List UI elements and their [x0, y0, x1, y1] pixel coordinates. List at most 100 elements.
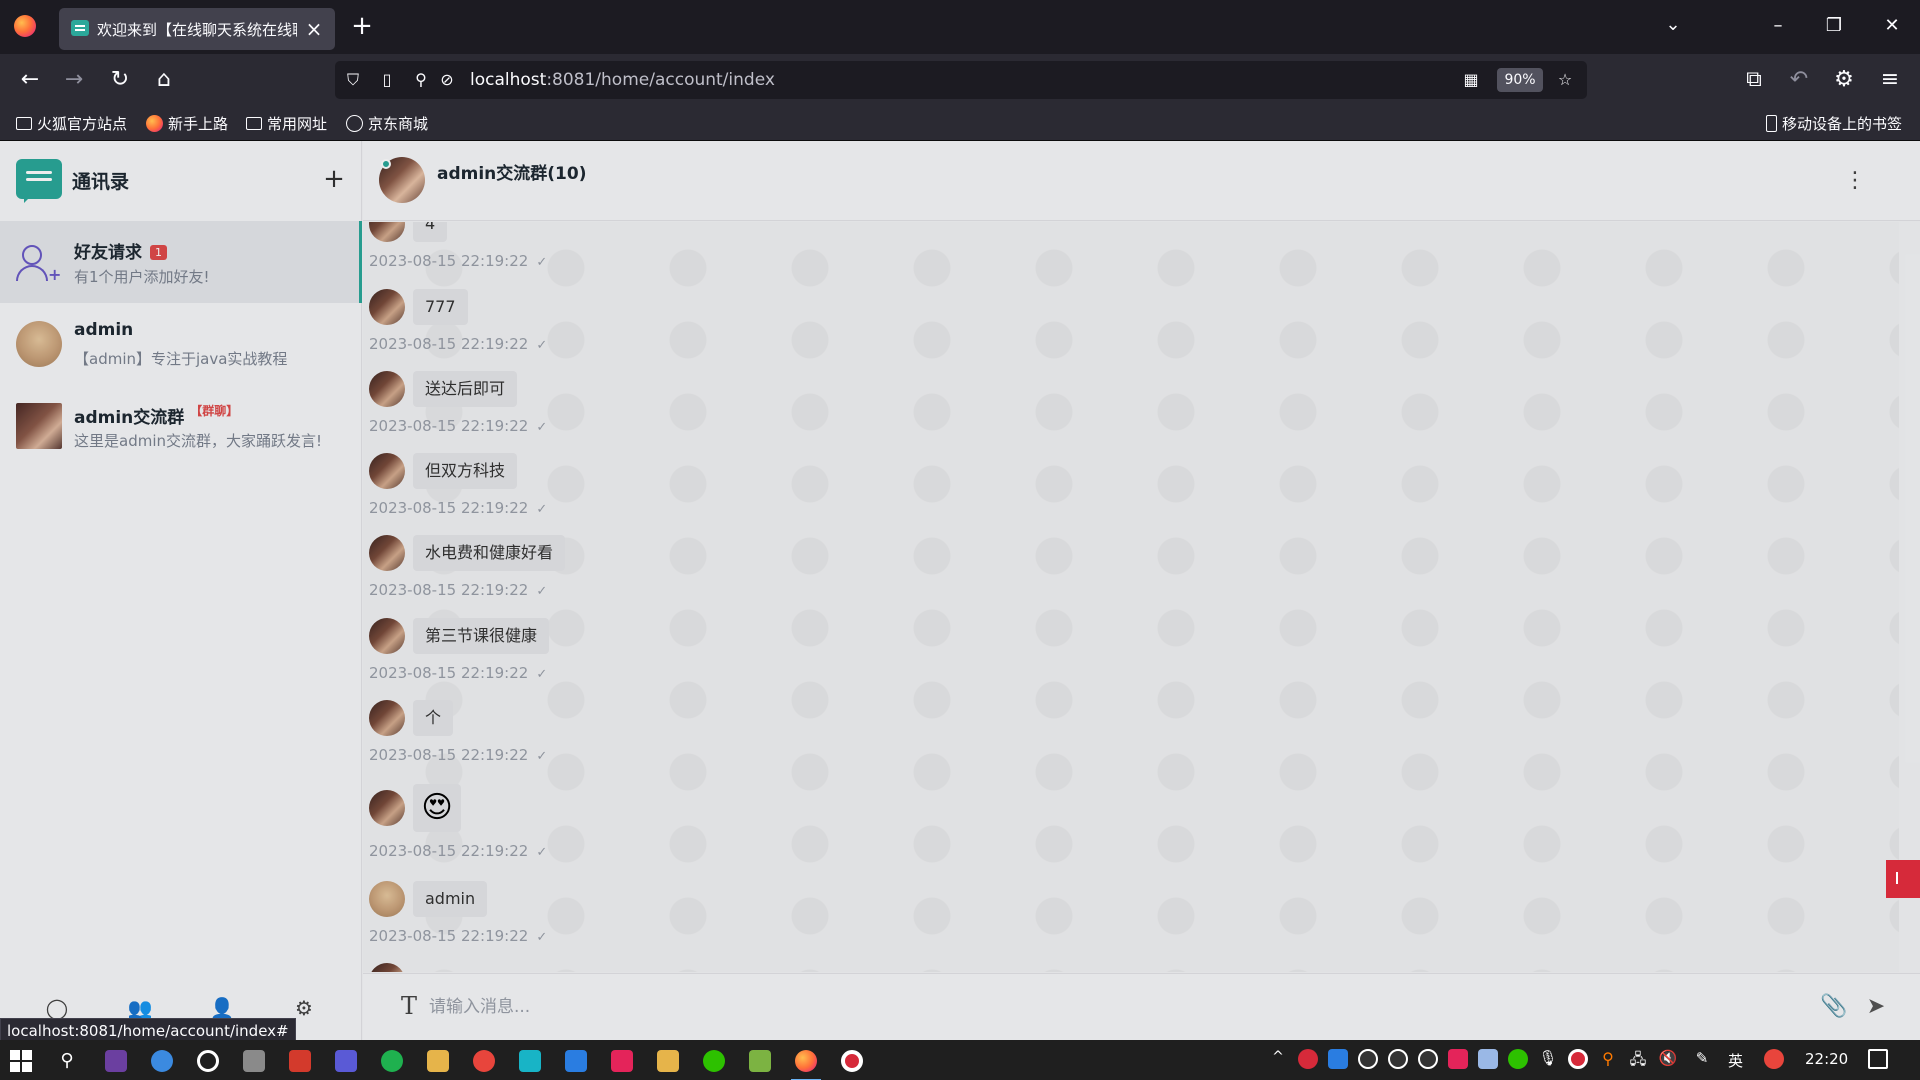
bookmark-folder-common-sites[interactable]: 常用网址 — [246, 113, 327, 135]
restore-icon[interactable]: ❐ — [1814, 10, 1854, 42]
send-icon[interactable]: ➤ — [1861, 992, 1891, 1022]
unread-badge: 1 — [150, 245, 167, 260]
paperclip-icon[interactable]: 📎 — [1819, 992, 1849, 1022]
message-item: 第三节课很健康 2023-08-15 22:19:22 ✓ — [363, 618, 963, 700]
app-icon[interactable] — [335, 1050, 357, 1072]
search-icon[interactable]: ⚲ — [56, 1050, 78, 1072]
shield-icon[interactable]: ⛉ — [341, 68, 365, 92]
reload-icon[interactable]: ↻ — [104, 64, 136, 96]
wechat-icon[interactable] — [1508, 1049, 1528, 1069]
extensions-icon[interactable]: ⚙ — [1828, 64, 1860, 96]
firefox-icon[interactable] — [791, 1050, 821, 1080]
firefox-icon[interactable] — [14, 15, 36, 37]
zoom-level[interactable]: 90% — [1497, 68, 1543, 92]
chevron-down-icon[interactable]: ⌄ — [1660, 14, 1686, 40]
tray-app-icon[interactable] — [1298, 1049, 1318, 1069]
contact-admin-group[interactable]: admin交流群 【群聊】 这里是admin交流群，大家踊跃发言! — [0, 385, 362, 467]
minimize-icon[interactable]: – — [1758, 10, 1798, 42]
undo-icon[interactable]: ↶ — [1783, 64, 1815, 96]
clock[interactable]: 22:20 — [1805, 1050, 1848, 1068]
chrome-icon[interactable] — [473, 1050, 495, 1072]
avatar[interactable] — [369, 881, 405, 917]
avatar[interactable] — [369, 700, 405, 736]
message-time: 2023-08-15 22:19:22 ✓ — [369, 842, 547, 860]
record-icon[interactable] — [841, 1050, 863, 1072]
tray-app-icon[interactable] — [1478, 1049, 1498, 1069]
pen-icon[interactable]: ✎ — [1692, 1049, 1712, 1069]
record-icon[interactable] — [197, 1050, 219, 1072]
flag-icon[interactable] — [1886, 860, 1920, 898]
app-icon[interactable] — [243, 1050, 265, 1072]
page-icon[interactable]: ▯ — [375, 68, 399, 92]
avatar[interactable] — [369, 371, 405, 407]
folder-icon[interactable] — [427, 1050, 449, 1072]
avatar[interactable] — [369, 618, 405, 654]
text-format-icon[interactable]: T — [395, 992, 423, 1022]
avatar[interactable] — [369, 790, 405, 826]
browser-tab[interactable]: 欢迎来到【在线聊天系统在线聊 × — [59, 8, 335, 50]
message-bubble: 但双方科技 — [413, 453, 518, 489]
close-tab-icon[interactable]: × — [301, 16, 327, 42]
wechat-icon[interactable] — [703, 1050, 725, 1072]
bookmark-jd[interactable]: 京东商城 — [346, 113, 428, 135]
back-icon[interactable]: ← — [14, 64, 46, 96]
volume-muted-icon[interactable]: 🔇 — [1658, 1049, 1678, 1069]
bookmark-getting-started[interactable]: 新手上路 — [146, 113, 228, 135]
tray-app-icon[interactable] — [1448, 1049, 1468, 1069]
bookmark-star-icon[interactable]: ☆ — [1553, 68, 1577, 92]
avatar[interactable] — [369, 289, 405, 325]
message-input[interactable] — [429, 990, 1529, 1024]
sync-icon[interactable] — [381, 1050, 403, 1072]
notepad-icon[interactable] — [749, 1050, 771, 1072]
address-bar[interactable]: ⛉ ▯ ⚲ ⊘ localhost:8081/home/account/inde… — [335, 61, 1587, 99]
sogou-icon[interactable] — [1764, 1049, 1784, 1069]
avatar[interactable] — [369, 222, 405, 242]
bookmark-mobile[interactable]: 移动设备上的书签 — [1766, 113, 1902, 135]
more-vertical-icon[interactable]: ⋮ — [1843, 165, 1867, 197]
record-icon[interactable] — [1568, 1049, 1588, 1069]
url-text[interactable]: localhost:8081/home/account/index — [470, 70, 775, 90]
contact-admin[interactable]: admin 【admin】专注于java实战教程 — [0, 303, 362, 385]
notification-icon[interactable] — [1868, 1049, 1888, 1069]
menu-icon[interactable]: ≡ — [1874, 64, 1906, 96]
avatar — [16, 403, 62, 449]
chevron-up-icon[interactable]: ^ — [1268, 1049, 1288, 1069]
microphone-icon[interactable]: 🎙 — [1538, 1049, 1558, 1069]
qr-code-icon[interactable]: ▦ — [1459, 68, 1483, 92]
tray-app-icon[interactable] — [1328, 1049, 1348, 1069]
ime-indicator[interactable]: 英 — [1728, 1050, 1743, 1071]
close-window-icon[interactable]: ✕ — [1872, 10, 1912, 42]
app-icon[interactable] — [611, 1050, 633, 1072]
check-icon: ✓ — [536, 667, 548, 682]
windows-start-icon[interactable] — [10, 1050, 32, 1072]
message-item: 777 2023-08-15 22:19:22 ✓ — [363, 289, 963, 371]
bookmark-folder-firefox-sites[interactable]: 火狐官方站点 — [16, 113, 127, 135]
file-explorer-icon[interactable] — [657, 1050, 679, 1072]
qq-icon[interactable] — [1358, 1049, 1378, 1069]
folder-icon — [16, 117, 32, 130]
app-icon[interactable] — [565, 1050, 587, 1072]
message-bubble: 水电费和健康好看 — [413, 535, 566, 571]
new-tab-icon[interactable]: + — [348, 12, 376, 40]
add-icon[interactable]: + — [318, 163, 350, 195]
forward-icon[interactable]: → — [58, 64, 90, 96]
network-icon[interactable]: 🖧 — [1628, 1049, 1648, 1069]
message-time: 2023-08-15 22:19:22 ✓ — [369, 252, 547, 270]
home-icon[interactable]: ⌂ — [148, 64, 180, 96]
app-icon[interactable] — [289, 1050, 311, 1072]
avatar[interactable] — [369, 963, 405, 972]
url-host: localhost — [470, 70, 547, 90]
search-icon[interactable]: ⚲ — [1598, 1049, 1618, 1069]
qq-icon[interactable] — [1418, 1049, 1438, 1069]
contact-friend-requests[interactable]: + 好友请求 1 有1个用户添加好友! — [0, 221, 362, 303]
message-list[interactable]: 4 2023-08-15 22:19:22 ✓ 777 2023-08-15 22… — [363, 222, 1899, 972]
screenshot-icon[interactable]: ⧉ — [1738, 64, 1770, 96]
avatar[interactable] — [369, 453, 405, 489]
app-icon[interactable] — [519, 1050, 541, 1072]
jetbrains-icon[interactable] — [105, 1050, 127, 1072]
qq-icon[interactable] — [1388, 1049, 1408, 1069]
tracking-off-icon[interactable]: ⊘ — [435, 68, 459, 92]
avatar[interactable] — [369, 535, 405, 571]
browser-icon[interactable] — [151, 1050, 173, 1072]
permissions-icon[interactable]: ⚲ — [409, 68, 433, 92]
